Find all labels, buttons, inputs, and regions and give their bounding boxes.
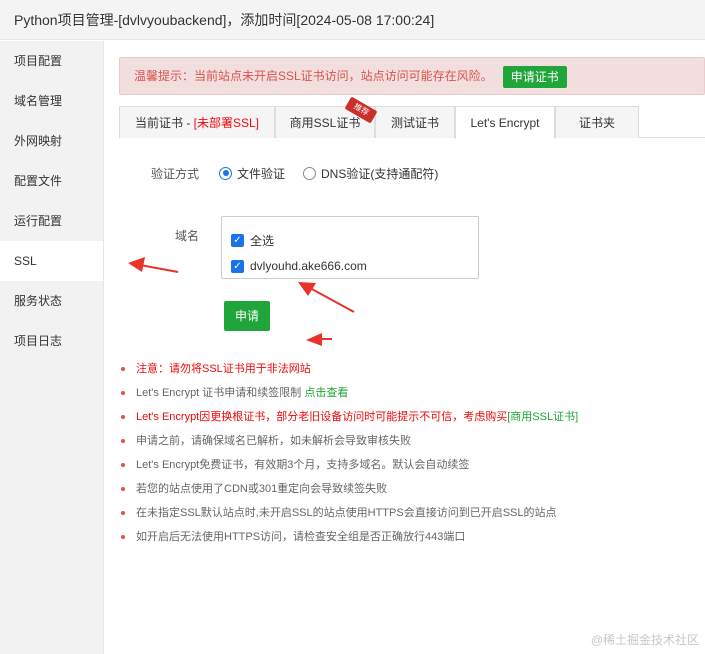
select-all-checkbox[interactable]: ✓: [231, 233, 244, 247]
tab-current-cert-label: 当前证书 -: [134, 116, 194, 130]
window-title: Python项目管理-[dvlvyoubackend]，添加时间[2024-05…: [0, 0, 705, 40]
sidebar-item-service-status[interactable]: 服务状态: [0, 281, 103, 321]
apply-cert-button[interactable]: 申请证书: [502, 65, 567, 88]
tip-item: Let's Encrypt免费证书，有效期3个月，支持多域名。默认会自动续签: [119, 453, 705, 477]
tip-item: 申请之前，请确保域名已解析，如未解析会导致审核失败: [119, 429, 705, 453]
radio-dns-verify[interactable]: [303, 166, 317, 180]
verify-method-label: 验证方式: [150, 167, 199, 181]
tip-text: Let's Encrypt 证书申请和续签限制: [136, 387, 305, 399]
tab-current-cert-status: [未部署SSL]: [193, 116, 260, 130]
domain-label: 域名: [174, 229, 199, 243]
radio-file-verify-label[interactable]: 文件验证: [237, 165, 285, 182]
tip-link-commercial-ssl[interactable]: [商用SSL证书]: [507, 411, 578, 423]
verify-method-options: 文件验证 DNS验证(支持通配符): [219, 164, 438, 182]
sidebar-item-project-log[interactable]: 项目日志: [0, 321, 103, 361]
radio-file-verify[interactable]: [219, 166, 232, 180]
tip-item: Let's Encrypt因更换根证书，部分老旧设备访问时可能提示不可信，考虑购…: [119, 405, 705, 429]
tip-item: Let's Encrypt 证书申请和续签限制 点击查看: [119, 381, 705, 405]
sidebar-item-domain-manage[interactable]: 域名管理: [0, 81, 103, 121]
domain-name: dvlyouhd.ake666.com: [250, 259, 367, 273]
tip-item: 若您的站点使用了CDN或301重定向会导致续签失败: [119, 477, 705, 501]
tips-list: 注意：请勿将SSL证书用于非法网站 Let's Encrypt 证书申请和续签限…: [119, 357, 705, 549]
sidebar-item-ssl[interactable]: SSL: [0, 241, 103, 281]
select-all-row[interactable]: ✓ 全选: [231, 227, 478, 253]
domain-select-box: ✓ 全选 ✓ dvlyouhd.ake666.com: [221, 216, 479, 279]
domain-checkbox[interactable]: ✓: [231, 259, 244, 273]
sidebar-item-project-config[interactable]: 项目配置: [0, 41, 103, 81]
sidebar-item-config-file[interactable]: 配置文件: [0, 161, 103, 201]
sidebar: 项目配置 域名管理 外网映射 配置文件 运行配置 SSL 服务状态 项目日志: [0, 41, 104, 654]
main-panel: 温馨提示：当前站点未开启SSL证书访问，站点访问可能存在风险。 申请证书 当前证书…: [104, 41, 705, 654]
sidebar-item-run-config[interactable]: 运行配置: [0, 201, 103, 241]
tip-item: 注意：请勿将SSL证书用于非法网站: [119, 357, 705, 381]
ssl-warning-banner: 温馨提示：当前站点未开启SSL证书访问，站点访问可能存在风险。 申请证书: [119, 57, 705, 95]
tip-link-view[interactable]: 点击查看: [304, 387, 348, 399]
domain-row[interactable]: ✓ dvlyouhd.ake666.com: [231, 253, 478, 279]
tab-cert-folder[interactable]: 证书夹: [555, 106, 639, 138]
tab-lets-encrypt[interactable]: Let's Encrypt: [455, 106, 555, 139]
sidebar-item-external-mapping[interactable]: 外网映射: [0, 121, 103, 161]
select-all-label: 全选: [250, 233, 275, 248]
warning-text: 温馨提示：当前站点未开启SSL证书访问，站点访问可能存在风险。: [134, 69, 493, 83]
tab-current-cert[interactable]: 当前证书 - [未部署SSL]: [119, 106, 275, 138]
ssl-tabs: 当前证书 - [未部署SSL] 商用SSL证书 测试证书 Let's Encry…: [119, 96, 705, 139]
radio-dns-verify-label[interactable]: DNS验证(支持通配符): [321, 165, 438, 182]
apply-button[interactable]: 申请: [224, 301, 270, 331]
tip-item: 在未指定SSL默认站点时,未开启SSL的站点使用HTTPS会直接访问到已开启SS…: [119, 501, 705, 525]
tip-text: Let's Encrypt因更换根证书，部分老旧设备访问时可能提示不可信，考虑购…: [136, 411, 508, 423]
watermark: @稀土掘金技术社区: [590, 633, 699, 647]
tab-test-cert[interactable]: 测试证书: [375, 106, 455, 138]
tip-item: 如开启后无法使用HTTPS访问，请检查安全组是否正确放行443端口: [119, 525, 705, 549]
